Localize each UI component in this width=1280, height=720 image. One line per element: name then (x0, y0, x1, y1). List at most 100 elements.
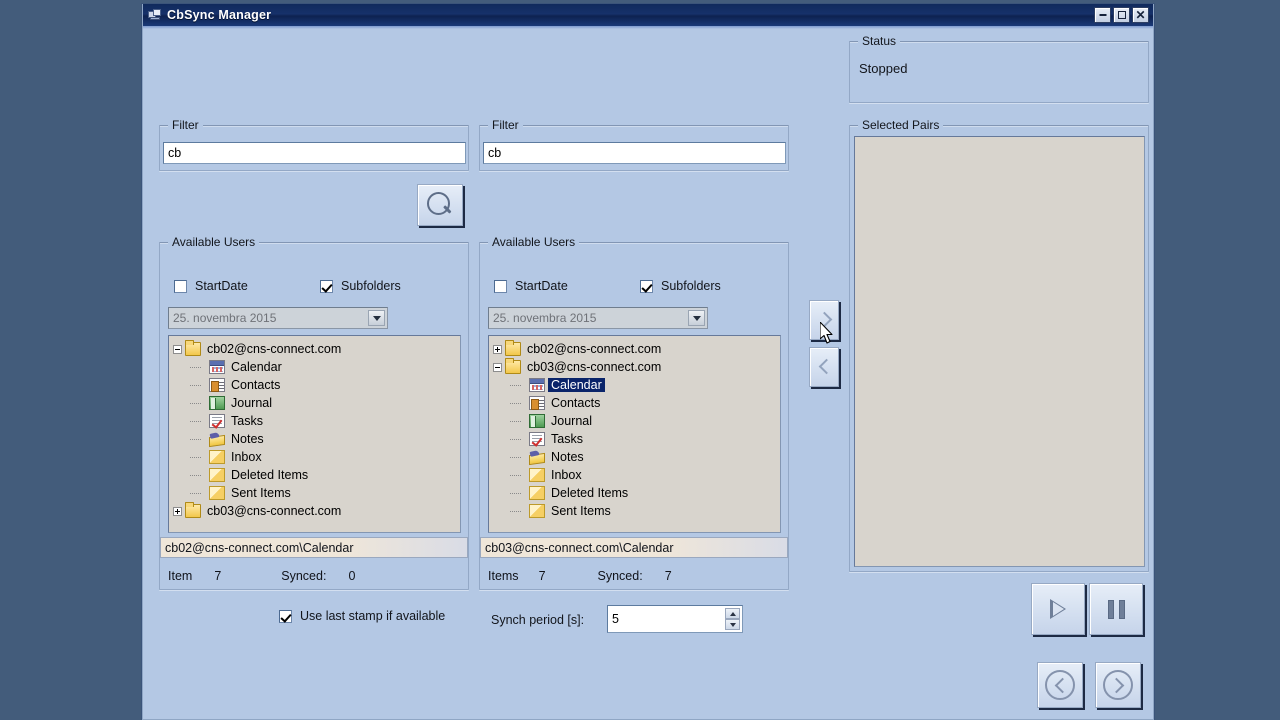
tree-node[interactable]: Journal (173, 394, 460, 412)
left-folder-tree[interactable]: cb02@cns-connect.com Calendar Contacts Jour… (168, 335, 461, 533)
folder-icon (185, 502, 201, 518)
right-item-label: Items (488, 569, 519, 583)
tree-node[interactable]: cb03@cns-connect.com (493, 358, 780, 376)
tree-node[interactable]: Contacts (493, 394, 780, 412)
tree-node[interactable]: Deleted Items (173, 466, 460, 484)
tree-node[interactable]: cb02@cns-connect.com (493, 340, 780, 358)
tree-node-label: cb02@cns-connect.com (207, 342, 342, 356)
left-startdate-picker[interactable]: 25. novembra 2015 (168, 307, 388, 329)
use-last-stamp-checkbox[interactable]: Use last stamp if available (279, 609, 445, 623)
tree-node[interactable]: Notes (493, 448, 780, 466)
selected-pairs-group: Selected Pairs (849, 118, 1149, 572)
collapse-icon[interactable] (493, 362, 502, 372)
window-title: CbSync Manager (167, 8, 272, 22)
collapse-icon[interactable] (173, 344, 182, 354)
tree-node[interactable]: Sent Items (493, 502, 780, 520)
tree-node[interactable]: Deleted Items (493, 484, 780, 502)
left-filter-group: Filter cb (159, 118, 469, 171)
left-subfolders-checkbox[interactable]: Subfolders (320, 279, 401, 293)
tree-node-label: Deleted Items (551, 486, 629, 500)
right-counters: Items 7 Synced: 7 (488, 567, 783, 585)
selected-pairs-list[interactable] (854, 136, 1145, 567)
close-button[interactable]: ✕ (1132, 7, 1149, 23)
left-available-users-legend: Available Users (168, 235, 260, 249)
left-counters: Item 7 Synced: 0 (168, 567, 463, 585)
previous-button[interactable] (1037, 662, 1083, 708)
play-icon (1050, 599, 1066, 619)
expand-icon[interactable] (173, 506, 182, 516)
tree-node-label: Calendar (231, 360, 282, 374)
tree-node-label: Tasks (231, 414, 263, 428)
tree-node-label: cb03@cns-connect.com (207, 504, 342, 518)
calendar-icon (529, 378, 545, 392)
tree-node[interactable]: Inbox (173, 448, 460, 466)
tree-node[interactable]: Tasks (493, 430, 780, 448)
magnifier-icon (427, 192, 453, 218)
stepper-down-icon (725, 619, 740, 630)
left-startdate-checkbox[interactable]: StartDate (174, 279, 248, 293)
tree-node[interactable]: Tasks (173, 412, 460, 430)
tree-node-label: Contacts (231, 378, 281, 392)
tree-node-label: Tasks (551, 432, 583, 446)
right-path-bar: cb03@cns-connect.com\Calendar (480, 537, 788, 558)
right-synced-label: Synced: (597, 569, 643, 583)
right-subfolders-box (640, 279, 653, 293)
right-synced-value: 7 (664, 569, 672, 583)
pause-icon (1107, 599, 1125, 619)
right-filter-input[interactable]: cb (483, 142, 786, 164)
left-filter-input[interactable]: cb (163, 142, 466, 164)
folder2-icon (209, 486, 225, 500)
right-folder-tree[interactable]: cb02@cns-connect.com cb03@cns-connect.com… (488, 335, 781, 533)
desktop-background: CbSync Manager ✕ Status Stopped Selected… (0, 0, 1280, 720)
tree-node[interactable]: Calendar (493, 376, 780, 394)
tree-node[interactable]: cb03@cns-connect.com (173, 502, 460, 520)
expand-icon[interactable] (493, 344, 502, 354)
right-startdate-checkbox[interactable]: StartDate (494, 279, 568, 293)
tree-node-label: Sent Items (231, 486, 291, 500)
right-subfolders-checkbox[interactable]: Subfolders (640, 279, 721, 293)
tree-node-label: cb03@cns-connect.com (527, 360, 662, 374)
title-bar: CbSync Manager ✕ (143, 4, 1153, 29)
chevron-down-icon (372, 315, 381, 321)
tree-node[interactable]: Notes (173, 430, 460, 448)
tree-node[interactable]: cb02@cns-connect.com (173, 340, 460, 358)
right-available-users-group: Available Users StartDate Subfolders 25.… (479, 235, 789, 590)
tree-node-label: Inbox (551, 468, 582, 482)
right-startdate-value: 25. novembra 2015 (493, 311, 597, 325)
synch-period-stepper[interactable] (725, 608, 740, 630)
minimize-button[interactable] (1094, 7, 1111, 23)
folder2-icon (529, 468, 545, 482)
folder2-icon (529, 486, 545, 500)
journal-icon (529, 414, 545, 428)
tree-node[interactable]: Inbox (493, 466, 780, 484)
maximize-button[interactable] (1113, 7, 1130, 23)
remove-pair-button[interactable] (809, 347, 839, 387)
search-button[interactable] (417, 184, 463, 226)
left-startdate-label: StartDate (195, 279, 248, 293)
tree-node[interactable]: Calendar (173, 358, 460, 376)
left-filter-legend: Filter (168, 118, 203, 132)
right-filter-value: cb (488, 146, 502, 160)
right-item-value: 7 (538, 569, 546, 583)
tree-node-label: cb02@cns-connect.com (527, 342, 662, 356)
synch-period-input[interactable]: 5 (607, 605, 743, 633)
tree-node[interactable]: Contacts (173, 376, 460, 394)
tree-node-label: Journal (231, 396, 272, 410)
right-startdate-dropdown-arrow[interactable] (688, 310, 705, 326)
next-button[interactable] (1095, 662, 1141, 708)
application-window: CbSync Manager ✕ Status Stopped Selected… (142, 4, 1154, 720)
left-startdate-dropdown-arrow[interactable] (368, 310, 385, 326)
tree-node-label: Notes (551, 450, 584, 464)
pause-button[interactable] (1089, 583, 1143, 635)
calendar-icon (209, 360, 225, 374)
tree-node[interactable]: Journal (493, 412, 780, 430)
play-button[interactable] (1031, 583, 1085, 635)
right-startdate-box (494, 279, 507, 293)
left-filter-value: cb (168, 146, 182, 160)
contacts-icon (209, 378, 225, 392)
left-startdate-value: 25. novembra 2015 (173, 311, 277, 325)
left-path-bar: cb02@cns-connect.com\Calendar (160, 537, 468, 558)
tree-node[interactable]: Sent Items (173, 484, 460, 502)
right-startdate-picker[interactable]: 25. novembra 2015 (488, 307, 708, 329)
folder-icon (185, 340, 201, 356)
